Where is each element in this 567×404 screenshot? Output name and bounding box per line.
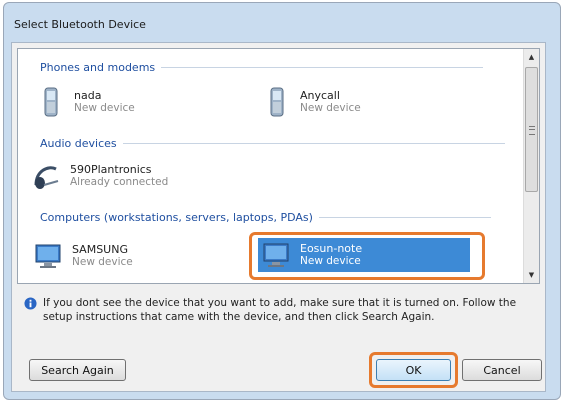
computer-icon: [35, 244, 61, 268]
scroll-up-arrow-icon[interactable]: ▲: [524, 49, 539, 65]
group-header-label: Computers (workstations, servers, laptop…: [40, 211, 313, 224]
group-header-phones: Phones and modems: [40, 61, 484, 74]
device-name: Eosun-note: [300, 242, 363, 255]
computer-icon: [263, 243, 289, 267]
device-name: SAMSUNG: [72, 243, 128, 256]
group-header-label: Audio devices: [40, 137, 117, 150]
group-header-audio: Audio devices: [40, 137, 505, 150]
list-item[interactable]: nada New device: [36, 85, 236, 119]
grip-icon: [529, 126, 535, 135]
group-divider: [318, 217, 491, 218]
scroll-down-arrow-icon[interactable]: ▼: [524, 267, 539, 283]
headset-icon: [34, 166, 59, 189]
device-list[interactable]: Phones and modems nada New device Anycal…: [17, 48, 540, 284]
group-header-computers: Computers (workstations, servers, laptop…: [40, 211, 491, 224]
info-text: If you dont see the device that you want…: [43, 297, 517, 323]
device-status: New device: [72, 256, 133, 268]
group-divider: [122, 143, 505, 144]
scroll-thumb[interactable]: [525, 67, 538, 192]
list-item[interactable]: Anycall New device: [262, 85, 462, 119]
phone-icon: [44, 87, 58, 117]
device-name: 590Plantronics: [70, 163, 152, 176]
group-divider: [161, 67, 484, 68]
device-status: New device: [300, 255, 361, 267]
device-status: Already connected: [70, 176, 169, 188]
info-icon: [24, 297, 37, 310]
device-name: Anycall: [300, 89, 340, 102]
info-message: If you dont see the device that you want…: [24, 296, 534, 324]
phone-icon: [270, 87, 284, 117]
search-again-button[interactable]: Search Again: [29, 359, 126, 381]
device-name: nada: [74, 89, 102, 102]
ok-button[interactable]: OK: [376, 359, 451, 381]
cancel-button[interactable]: Cancel: [462, 359, 542, 381]
list-item[interactable]: 590Plantronics Already connected: [32, 159, 252, 193]
vertical-scrollbar[interactable]: ▲ ▼: [523, 49, 539, 283]
list-item[interactable]: SAMSUNG New device: [34, 239, 234, 273]
device-status: New device: [74, 102, 135, 114]
window-title: Select Bluetooth Device: [14, 18, 146, 31]
group-header-label: Phones and modems: [40, 61, 156, 74]
device-status: New device: [300, 102, 361, 114]
list-item-selected[interactable]: Eosun-note New device: [258, 238, 470, 272]
